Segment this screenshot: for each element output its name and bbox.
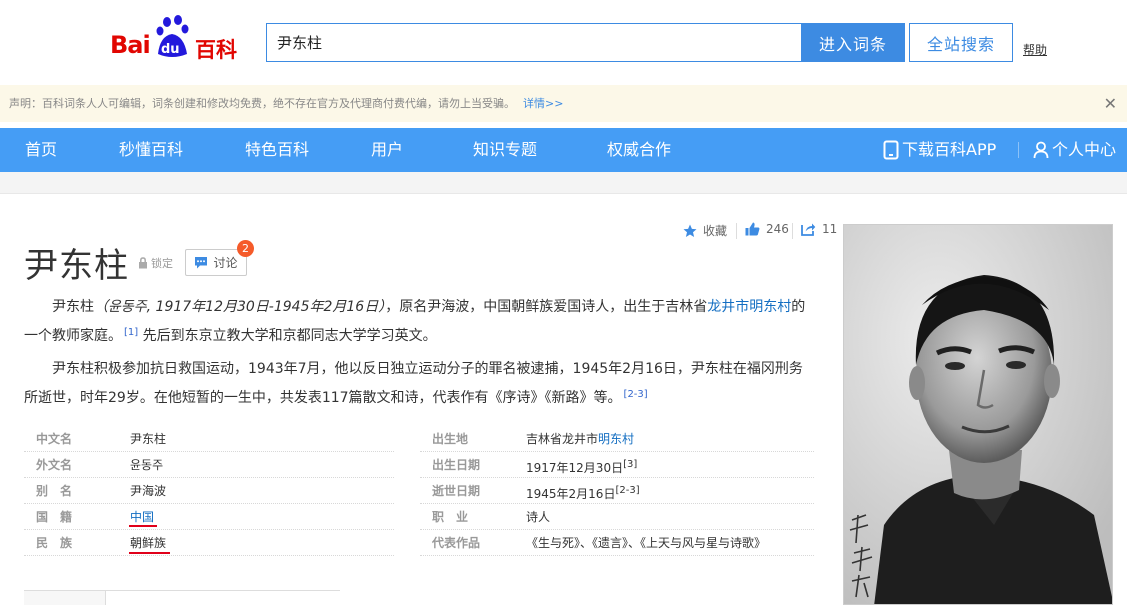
info-row-chinese-name: 中文名 尹东柱: [24, 426, 394, 452]
notice-more-link[interactable]: 详情>>: [523, 97, 563, 110]
catalog-tabs: [24, 590, 340, 605]
info-value: 尹海波: [130, 484, 167, 498]
nav-item-user[interactable]: 用户: [371, 128, 403, 172]
lock-label: 锁定: [151, 257, 173, 270]
user-center-label: 个人中心: [1052, 140, 1117, 159]
info-row-works: 代表作品 《生与死》、《遗言》、《上天与风与星与诗歌》: [420, 530, 814, 556]
lock-icon: [139, 257, 147, 269]
birthplace-prefix: 吉林省龙井市: [526, 432, 599, 446]
info-value: 윤동주: [130, 458, 164, 472]
reference-3[interactable]: [3]: [623, 459, 637, 470]
notice-text: 声明：百科词条人人可编辑，词条创建和修改均免费，绝不存在官方及代理商付费代编，请…: [9, 97, 515, 110]
share-icon: [801, 223, 816, 236]
star-icon: [683, 224, 697, 237]
info-key: 国 籍: [36, 510, 73, 524]
summary-paragraph-2: 尹东柱积极参加抗日救国运动，1943年7月，他以反日独立运动分子的罪名被逮捕，1…: [24, 357, 814, 411]
nav-item-home[interactable]: 首页: [25, 128, 57, 172]
close-icon[interactable]: ✕: [1104, 85, 1117, 122]
info-value: 1945年2月16日[2-3]: [526, 478, 640, 507]
nav-item-topics[interactable]: 知识专题: [473, 128, 537, 172]
link-mingdong[interactable]: 明东村: [598, 432, 634, 446]
like-count: 246: [766, 222, 789, 236]
lock-status: 锁定: [138, 255, 173, 271]
logo-text-bai: Bai: [110, 31, 151, 59]
info-row-birthdate: 出生日期 1917年12月30日[3]: [420, 452, 814, 478]
info-key: 中文名: [36, 432, 73, 446]
info-key: 外文名: [36, 458, 73, 472]
info-row-deathdate: 逝世日期 1945年2月16日[2-3]: [420, 478, 814, 504]
help-link[interactable]: 帮助: [1023, 41, 1047, 58]
info-key: 代表作品: [432, 536, 481, 550]
discuss-label: 讨论: [213, 256, 238, 270]
favorite-label: 收藏: [703, 224, 728, 238]
deathdate-value: 1945年2月16日: [526, 487, 616, 501]
info-value: 尹东柱: [130, 432, 167, 446]
summary-text-1: ，原名尹海波，中国朝鲜族爱国诗人，出生于吉林省: [385, 299, 708, 315]
info-key: 出生日期: [432, 458, 481, 472]
summary-name: 尹东柱: [52, 299, 94, 315]
summary-text-4: 尹东柱积极参加抗日救国运动，1943年7月，他以反日独立运动分子的罪名被逮捕，1…: [24, 361, 803, 406]
favorite-button[interactable]: 收藏: [683, 222, 727, 239]
logo-text-baike: 百科: [195, 38, 237, 62]
nav-item-miaodong[interactable]: 秒懂百科: [119, 128, 183, 172]
portrait-photo[interactable]: [843, 224, 1113, 605]
summary-korean-dates: （윤동주, 1917年12月30日-1945年2月16日）: [94, 299, 386, 315]
info-row-nationality: 国 籍 中国: [24, 504, 394, 530]
tool-divider: [736, 223, 737, 239]
birthdate-value: 1917年12月30日: [526, 461, 624, 475]
thumbs-up-icon: [745, 222, 760, 236]
notice-bar: 声明：百科词条人人可编辑，词条创建和修改均免费，绝不存在官方及代理商付费代编，请…: [0, 85, 1127, 122]
search-input[interactable]: [266, 23, 802, 62]
info-row-alias: 别 名 尹海波: [24, 478, 394, 504]
page-title: 尹东柱: [24, 246, 129, 286]
info-row-occupation: 职 业 诗人: [420, 504, 814, 530]
discuss-count-badge: 2: [237, 240, 254, 257]
info-value: 诗人: [526, 510, 551, 524]
info-key: 出生地: [432, 432, 469, 446]
user-center-link[interactable]: 个人中心: [1033, 128, 1116, 172]
info-key: 别 名: [36, 484, 73, 498]
summary-text-3: 先后到东京立教大学和京都同志大学学习英文。: [138, 328, 437, 344]
info-row-birthplace: 出生地 吉林省龙井市明东村: [420, 426, 814, 452]
highlight-underline: [129, 552, 170, 554]
share-count: 11: [822, 222, 838, 236]
info-value: 1917年12月30日[3]: [526, 452, 637, 481]
info-row-ethnicity: 民 族 朝鲜族: [24, 530, 394, 556]
download-app-link[interactable]: 下载百科APP: [883, 128, 996, 172]
info-key: 逝世日期: [432, 484, 481, 498]
reference-1[interactable]: [1]: [124, 327, 138, 338]
download-app-label: 下载百科APP: [902, 140, 997, 159]
svg-text:du: du: [161, 42, 180, 57]
info-key: 职 业: [432, 510, 469, 524]
chat-bubble-icon: [195, 257, 208, 269]
tool-divider: [792, 223, 793, 239]
baidu-baike-logo[interactable]: du Bai 百科: [110, 14, 250, 64]
nav-item-cooperation[interactable]: 权威合作: [607, 128, 671, 172]
nav-item-featured[interactable]: 特色百科: [245, 128, 309, 172]
share-button[interactable]: 11: [801, 222, 837, 236]
portrait-image: [844, 225, 1112, 604]
link-longjing-mingdong[interactable]: 龙井市明东村: [707, 299, 791, 315]
nav-divider: [1018, 142, 1019, 158]
highlight-underline: [129, 525, 157, 527]
sub-bar: [0, 172, 1127, 194]
catalog-tab[interactable]: [24, 591, 106, 605]
info-row-foreign-name: 外文名 윤동주: [24, 452, 394, 478]
reference-2-3[interactable]: [2-3]: [624, 389, 648, 400]
info-value: 《生与死》、《遗言》、《上天与风与星与诗歌》: [526, 536, 767, 550]
site-search-button[interactable]: 全站搜索: [909, 23, 1013, 62]
main-nav: 首页 秒懂百科 特色百科 用户 知识专题 权威合作 下载百科APP 个人中心: [0, 128, 1127, 172]
summary-paragraph-1: 尹东柱（윤동주, 1917年12月30日-1945年2月16日），原名尹海波，中…: [24, 295, 814, 349]
enter-entry-button[interactable]: 进入词条: [801, 23, 905, 62]
phone-icon: [883, 140, 899, 160]
reference-2-3[interactable]: [2-3]: [615, 485, 639, 496]
info-value: 吉林省龙井市明东村: [526, 426, 634, 452]
info-key: 民 族: [36, 536, 73, 550]
user-icon: [1033, 141, 1049, 159]
like-button[interactable]: 246: [745, 222, 789, 236]
